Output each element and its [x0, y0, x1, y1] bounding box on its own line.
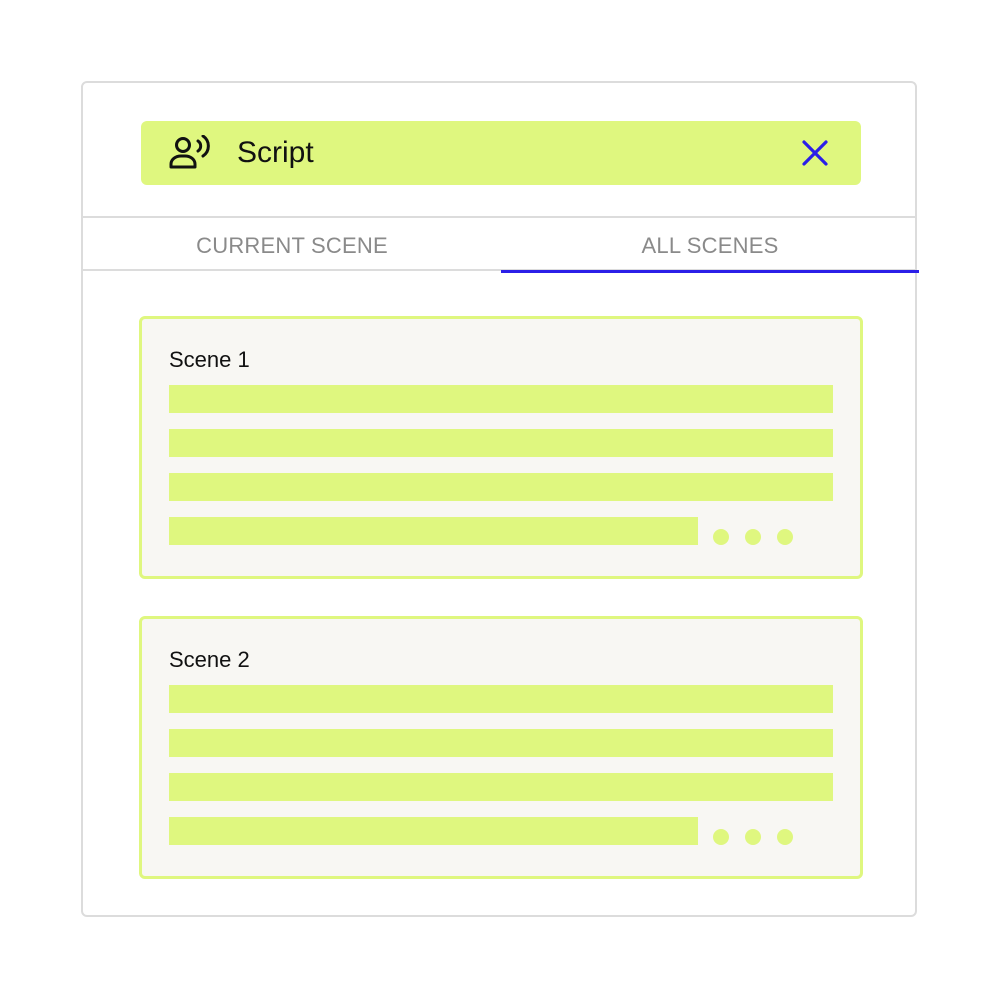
script-line-placeholder	[169, 729, 833, 757]
script-line-placeholder	[169, 473, 833, 501]
tab-label: CURRENT SCENE	[196, 233, 388, 258]
tab-current-scene[interactable]: CURRENT SCENE	[83, 218, 501, 271]
close-icon[interactable]	[799, 137, 831, 169]
tab-all-scenes[interactable]: ALL SCENES	[501, 218, 919, 273]
scene-title: Scene 2	[169, 647, 250, 672]
script-panel: Script CURRENT SCENE ALL SCENES Scene 1 …	[81, 81, 919, 917]
tab-label: ALL SCENES	[641, 233, 779, 258]
script-line-placeholder	[169, 685, 833, 713]
script-header: Script	[141, 121, 861, 185]
script-line-placeholder	[169, 517, 698, 545]
ellipsis-icon	[713, 829, 803, 845]
ellipsis-icon	[713, 529, 803, 545]
scene-card[interactable]: Scene 2	[139, 616, 863, 879]
scene-tabs: CURRENT SCENE ALL SCENES	[83, 216, 919, 273]
script-line-placeholder	[169, 429, 833, 457]
script-line-placeholder	[169, 773, 833, 801]
script-line-placeholder	[169, 817, 698, 845]
active-tab-indicator	[501, 270, 919, 273]
script-line-placeholder	[169, 385, 833, 413]
panel-title: Script	[237, 136, 314, 169]
scene-title: Scene 1	[169, 347, 250, 372]
scene-card[interactable]: Scene 1	[139, 316, 863, 579]
person-speaking-icon	[169, 134, 211, 171]
